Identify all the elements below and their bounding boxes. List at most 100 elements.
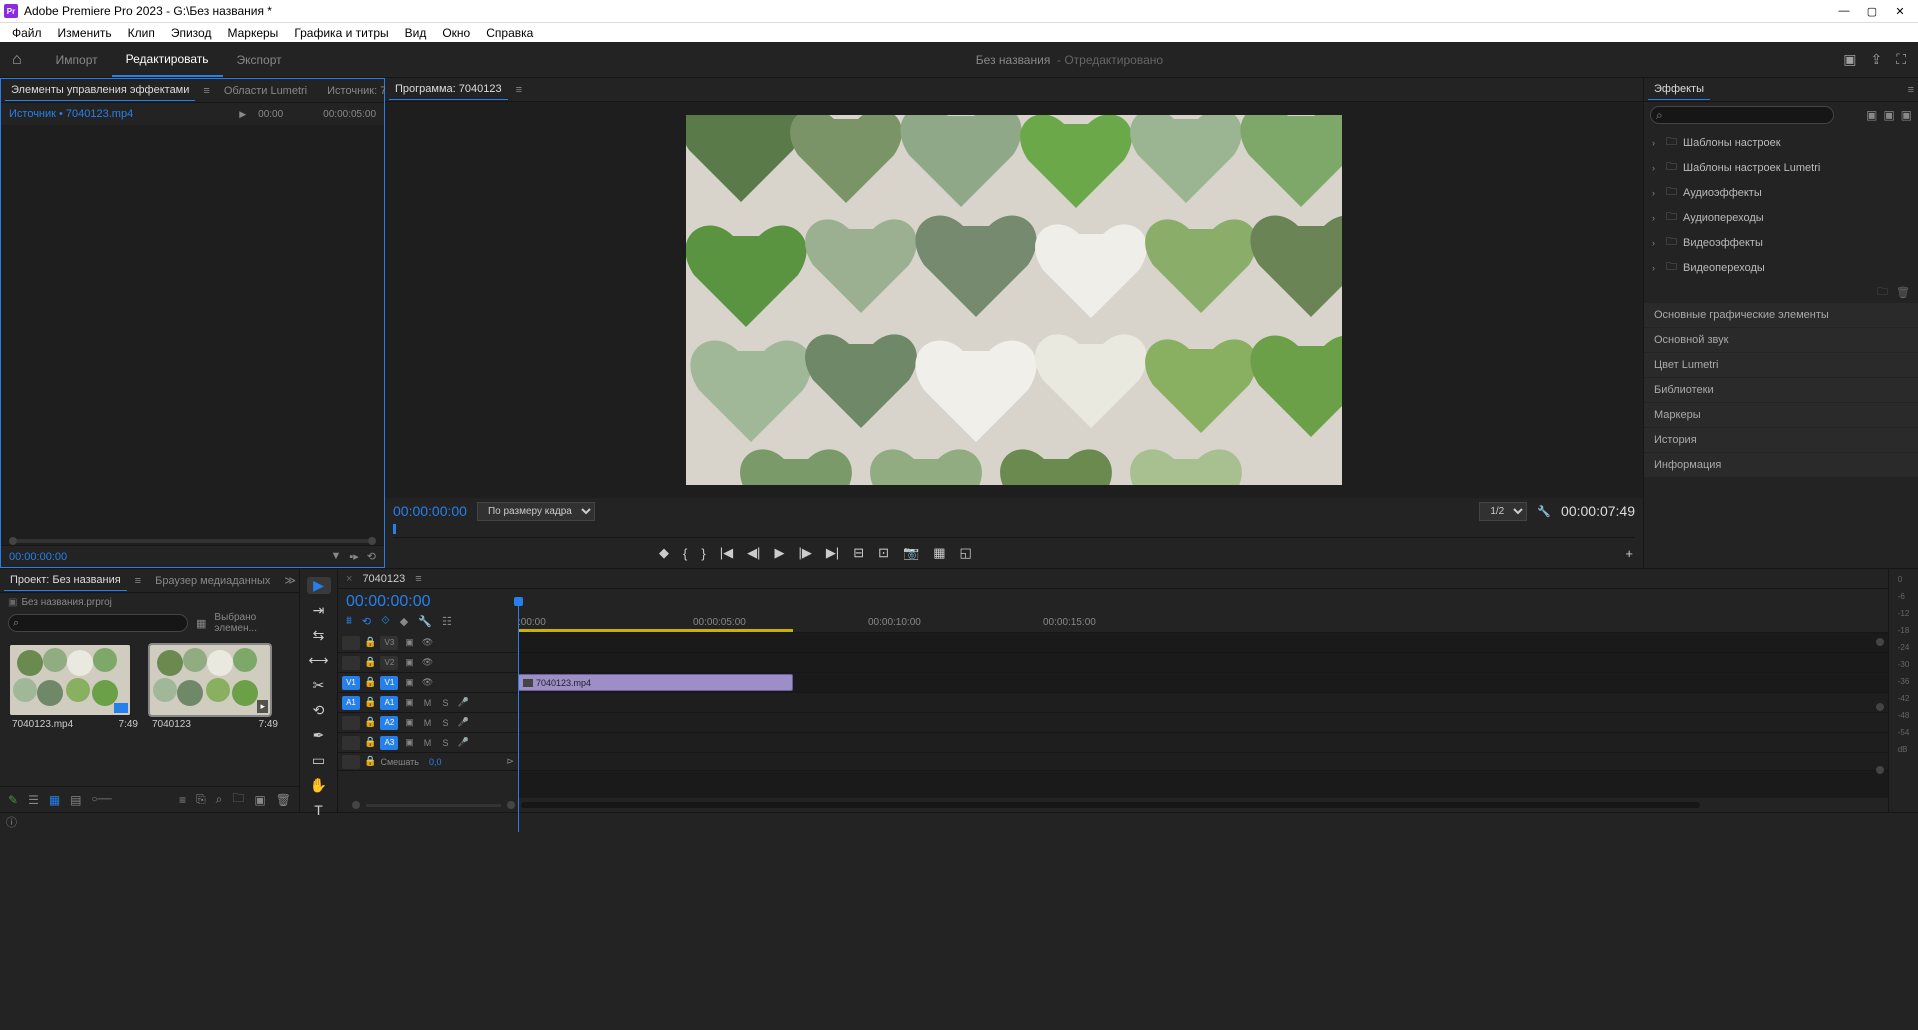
mute-icon[interactable]: M: [420, 738, 434, 748]
ripple-edit-tool-icon[interactable]: ⇆: [307, 627, 331, 644]
workspace-export[interactable]: Экспорт: [223, 44, 296, 76]
menu-graphics[interactable]: Графика и титры: [286, 24, 396, 42]
tab-program[interactable]: Программа: 7040123: [389, 79, 508, 100]
type-tool-icon[interactable]: T: [307, 802, 331, 818]
32bit-icon[interactable]: ▣: [1883, 108, 1894, 122]
tree-presets[interactable]: ›🗀Шаблоны настроек: [1644, 130, 1918, 155]
fit-dropdown[interactable]: По размеру кадра: [477, 502, 595, 521]
info-icon[interactable]: ⓘ: [6, 814, 17, 830]
voiceover-icon[interactable]: 🎤: [456, 737, 470, 748]
track-header-a3[interactable]: 🔒A3▣MS🎤: [338, 733, 518, 753]
play-icon[interactable]: ▶: [774, 545, 784, 561]
panel-menu-icon[interactable]: ≡: [516, 84, 522, 96]
v-scroll-handle[interactable]: [1876, 703, 1884, 711]
v-scroll-handle[interactable]: [1876, 638, 1884, 646]
rectangle-tool-icon[interactable]: ▭: [307, 752, 331, 769]
accelerated-icon[interactable]: ▣: [1866, 108, 1877, 122]
panel-history[interactable]: История: [1644, 428, 1918, 452]
razor-tool-icon[interactable]: ✂: [307, 677, 331, 694]
go-to-out-icon[interactable]: ▶|: [826, 545, 839, 561]
home-icon[interactable]: ⌂: [12, 51, 22, 69]
panel-markers[interactable]: Маркеры: [1644, 403, 1918, 427]
track-header-v1[interactable]: V1🔒V1▣👁: [338, 673, 518, 693]
panel-info[interactable]: Информация: [1644, 453, 1918, 477]
new-bin-icon[interactable]: 🗀: [232, 789, 244, 810]
pen-tool-icon[interactable]: ✒: [307, 727, 331, 744]
delete-icon[interactable]: 🗑: [276, 793, 291, 807]
eye-icon[interactable]: 👁: [420, 637, 434, 648]
zoom-slider[interactable]: ○──: [92, 794, 112, 805]
marker-icon[interactable]: ◆: [400, 615, 408, 628]
track-header-a1[interactable]: A1🔒A1▣MS🎤: [338, 693, 518, 713]
solo-icon[interactable]: S: [438, 738, 452, 748]
extract-icon[interactable]: ⊡: [878, 545, 889, 561]
tree-audio-effects[interactable]: ›🗀Аудиоэффекты: [1644, 180, 1918, 205]
expand-icon[interactable]: ⊳: [506, 756, 514, 767]
lock-icon[interactable]: 🔒: [364, 677, 376, 688]
timeline-clip[interactable]: 7040123.mp4: [518, 674, 793, 691]
menu-sequence[interactable]: Эпизод: [163, 24, 220, 42]
step-back-icon[interactable]: ◀|: [747, 545, 760, 561]
share-icon[interactable]: ⇪: [1870, 51, 1882, 68]
panel-lumetri-color[interactable]: Цвет Lumetri: [1644, 353, 1918, 377]
bin-item-clip[interactable]: 7040123.mp47:49: [10, 645, 140, 776]
toggle-output-icon[interactable]: ▣: [402, 657, 416, 668]
play-icon[interactable]: ▶: [239, 109, 246, 120]
export-frame-icon[interactable]: 📷: [903, 545, 919, 561]
menu-window[interactable]: Окно: [434, 24, 478, 42]
snap-icon[interactable]: ⩩: [346, 615, 352, 628]
quick-export-icon[interactable]: ▣: [1843, 51, 1856, 68]
timeline-timecode[interactable]: 00:00:00:00: [346, 593, 510, 611]
loop-icon[interactable]: ⟲: [367, 550, 376, 563]
playhead-icon[interactable]: [393, 524, 396, 534]
timeline-h-scrollbar[interactable]: [521, 802, 1700, 808]
program-timecode-in[interactable]: 00:00:00:00: [393, 503, 467, 519]
lock-icon[interactable]: 🔒: [364, 737, 376, 748]
tree-audio-transitions[interactable]: ›🗀Аудиопереходы: [1644, 205, 1918, 230]
automate-icon[interactable]: ⎘: [196, 792, 206, 807]
yuv-icon[interactable]: ▣: [1901, 108, 1912, 122]
settings-icon[interactable]: 🔧: [1537, 505, 1551, 518]
slip-tool-icon[interactable]: ⟲: [307, 702, 331, 719]
lock-icon[interactable]: 🔒: [364, 697, 376, 708]
lock-icon[interactable]: 🔒: [364, 657, 376, 668]
step-forward-icon[interactable]: |▶: [798, 545, 811, 561]
zoom-handle-right[interactable]: [507, 801, 515, 809]
panel-menu-icon[interactable]: ≡: [1908, 84, 1914, 96]
find-icon[interactable]: ⌕: [216, 792, 223, 807]
go-to-in-icon[interactable]: |◀: [720, 545, 733, 561]
solo-icon[interactable]: S: [438, 718, 452, 728]
menu-markers[interactable]: Маркеры: [219, 24, 286, 42]
panel-menu-icon[interactable]: ≡: [415, 573, 421, 585]
source-patch-a1[interactable]: A1: [342, 696, 360, 710]
toggle-output-icon[interactable]: ▣: [402, 677, 416, 688]
work-area-bar[interactable]: [518, 629, 793, 632]
zoom-handle-left[interactable]: [352, 801, 360, 809]
track-header-mix[interactable]: 🔒Смешать0,0 ⊳: [338, 753, 518, 771]
zoom-handle-left[interactable]: [9, 537, 17, 545]
tab-effects[interactable]: Эффекты: [1648, 79, 1710, 100]
new-item-icon[interactable]: ▣: [254, 793, 265, 807]
program-viewport[interactable]: [686, 115, 1342, 485]
lift-icon[interactable]: ⊟: [853, 545, 864, 561]
tree-video-transitions[interactable]: ›🗀Видеопереходы: [1644, 255, 1918, 280]
bin-icon[interactable]: ▣: [8, 597, 17, 608]
overflow-icon[interactable]: ≫: [284, 574, 296, 587]
icon-view-icon[interactable]: ▦: [49, 793, 60, 807]
workspace-import[interactable]: Импорт: [42, 44, 112, 76]
linked-selection-icon[interactable]: ⟲: [362, 615, 371, 628]
eye-icon[interactable]: 👁: [420, 657, 434, 668]
panel-essential-graphics[interactable]: Основные графические элементы: [1644, 303, 1918, 327]
timeline-tracks-area[interactable]: 7040123.mp4: [518, 633, 1888, 798]
freeform-view-icon[interactable]: ▤: [70, 793, 81, 807]
panel-libraries[interactable]: Библиотеки: [1644, 378, 1918, 402]
delete-icon[interactable]: 🗑: [1896, 286, 1910, 299]
voiceover-icon[interactable]: 🎤: [456, 717, 470, 728]
safe-margins-icon[interactable]: ◱: [959, 545, 971, 561]
panel-menu-icon[interactable]: ≡: [135, 575, 141, 587]
lock-icon[interactable]: 🔒: [364, 637, 376, 648]
tab-lumetri-scopes[interactable]: Области Lumetri: [218, 81, 313, 101]
tab-media-browser[interactable]: Браузер медиаданных: [149, 571, 276, 591]
hand-tool-icon[interactable]: ✋: [307, 777, 331, 794]
workspace-edit[interactable]: Редактировать: [112, 43, 223, 77]
